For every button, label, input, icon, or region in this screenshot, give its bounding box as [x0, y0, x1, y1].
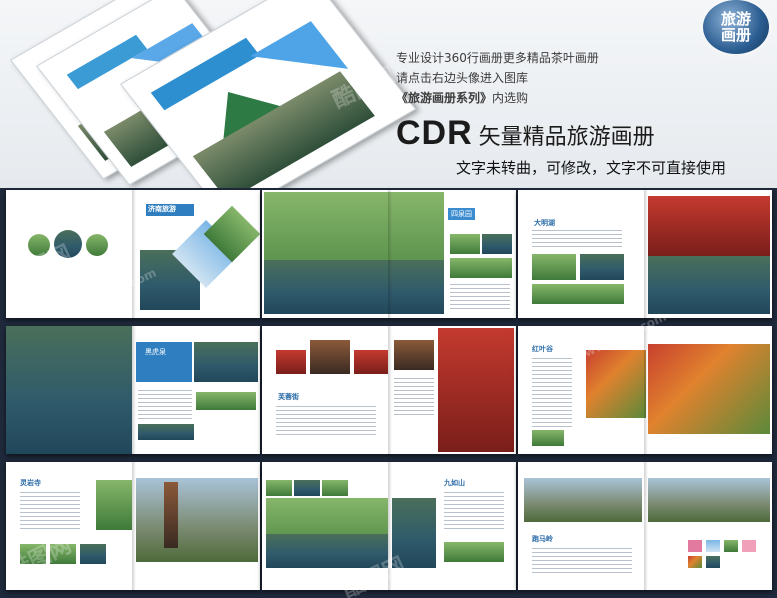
willow-water — [264, 260, 444, 314]
pagoda-tower — [164, 482, 178, 548]
section-tag-willow: 四泉园 — [448, 208, 475, 220]
badge-line-1: 旅游 — [720, 10, 751, 28]
willow-thumb-1 — [450, 234, 480, 254]
pagoda-photo — [136, 478, 258, 562]
hero-note: 文字未转曲，可修改，文字不可直接使用 — [456, 159, 727, 177]
hero-banner: 专业设计360行画册更多精品茶叶画册 请点击右边头像进入图库 《旅游画册系列》内… — [0, 0, 777, 188]
street-thumb-1 — [276, 350, 306, 374]
spring-thumb-1 — [196, 392, 256, 410]
spread-grid: 济南旅游 四泉园 大明湖 黑虎泉 芙蓉街 红叶谷 灵岩寺 九如山 跑马岭 — [0, 186, 777, 598]
series-link[interactable]: 《旅游画册系列》 — [396, 91, 492, 105]
lake-thumb — [444, 542, 504, 562]
pavilion-thumb-1 — [532, 254, 576, 280]
spread-autumn[interactable]: 红叶谷 — [518, 326, 772, 454]
thumb-circle-3 — [86, 234, 108, 256]
mountain-swatch-5 — [688, 556, 702, 568]
autumn-photo-right — [648, 344, 770, 434]
mountain-swatch-4 — [742, 540, 756, 552]
willow-thumb-3 — [450, 258, 512, 278]
lake-strip-1 — [266, 480, 292, 496]
lake-strip-2 — [294, 480, 320, 496]
pagoda-text — [20, 492, 80, 532]
lake-water — [266, 534, 388, 568]
section-tag-mountain: 跑马岭 — [532, 535, 553, 543]
series-suffix: 内选购 — [492, 91, 529, 105]
spread-lake[interactable]: 九如山 — [262, 462, 516, 590]
spring-photo — [6, 326, 132, 454]
autumn-thumb — [532, 430, 564, 446]
spread-spring[interactable]: 黑虎泉 — [6, 326, 260, 454]
section-tag-autumn: 红叶谷 — [532, 345, 553, 353]
mountain-swatch-1 — [688, 540, 702, 552]
thumb-circle-1 — [28, 234, 50, 256]
lake-text — [444, 492, 504, 532]
autumn-photo-left — [586, 350, 646, 418]
section-tag-spring: 黑虎泉 — [145, 348, 166, 356]
hero-headline: CDR 矢量精品旅游画册 — [396, 114, 766, 153]
mountain-swatch-3 — [724, 540, 738, 552]
section-tag-pagoda: 灵岩寺 — [20, 479, 41, 487]
mountain-photo-right — [648, 478, 770, 522]
spread-cover[interactable]: 济南旅游 — [6, 190, 260, 318]
willow-text — [450, 284, 510, 310]
lake-strip-3 — [322, 480, 348, 496]
mountain-swatch-6 — [706, 556, 720, 568]
street-thumb-2 — [310, 340, 350, 374]
spring-text — [138, 390, 192, 420]
street-text — [276, 406, 376, 436]
spread-willow[interactable]: 四泉园 — [262, 190, 516, 318]
pavilion-water — [648, 256, 770, 314]
spread-street[interactable]: 芙蓉街 — [262, 326, 516, 454]
street-thumb-3 — [354, 350, 388, 374]
pagoda-thumb-2 — [50, 544, 76, 564]
pavilion-thumb-3 — [532, 284, 624, 304]
cdr-label: CDR — [396, 114, 473, 152]
spread-pavilion[interactable]: 大明湖 — [518, 190, 772, 318]
spread-mountain[interactable]: 跑马岭 — [518, 462, 772, 590]
spread-pagoda[interactable]: 灵岩寺 — [6, 462, 260, 590]
spring-photo-2 — [194, 342, 258, 382]
cover-title: 济南旅游 — [148, 205, 176, 213]
lake-photo-2 — [392, 498, 436, 568]
section-tag-lake: 九如山 — [444, 479, 465, 487]
pavilion-text — [532, 230, 622, 248]
spring-thumb-2 — [138, 424, 194, 440]
street-photo — [438, 328, 514, 452]
section-tag-street: 芙蓉街 — [278, 393, 299, 401]
pagoda-thumb-1 — [20, 544, 46, 564]
pavilion-photo — [648, 196, 770, 256]
street-text-2 — [394, 378, 434, 418]
thumb-circle-2 — [54, 230, 82, 258]
hero-text-block: 专业设计360行画册更多精品茶叶画册 请点击右边头像进入图库 《旅游画册系列》内… — [396, 48, 766, 178]
pavilion-thumb-2 — [580, 254, 624, 280]
headline-text: 矢量精品旅游画册 — [478, 125, 655, 150]
section-tag-pavilion: 大明湖 — [534, 219, 555, 227]
mountain-photo-left — [524, 478, 642, 522]
hero-line-1: 专业设计360行画册更多精品茶叶画册 — [396, 51, 599, 65]
badge-line-2: 画册 — [720, 26, 751, 44]
pagoda-thumb-4 — [96, 480, 132, 530]
avatar-badge[interactable]: 旅游 画册 — [703, 0, 769, 54]
mountain-swatch-2 — [706, 540, 720, 552]
mountain-text — [532, 548, 632, 574]
autumn-text — [532, 358, 572, 428]
willow-thumb-2 — [482, 234, 512, 254]
hero-line-3: 《旅游画册系列》内选购 — [396, 88, 766, 108]
street-thumb-4 — [394, 340, 434, 370]
hero-line-2: 请点击右边头像进入图库 — [396, 71, 529, 85]
pagoda-thumb-3 — [80, 544, 106, 564]
